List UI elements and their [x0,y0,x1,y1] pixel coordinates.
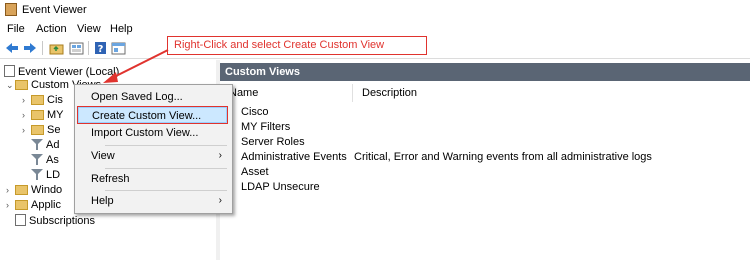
menu-item-view[interactable]: View › [77,147,228,165]
title-bar: Event Viewer [0,0,750,20]
list-item[interactable]: LDAP Unsecure [220,180,750,195]
menu-item-import-custom-view[interactable]: Import Custom View... [77,124,228,142]
tree-item-ldap-unsecure[interactable]: LD [31,169,60,182]
list-item[interactable]: Asset [220,165,750,180]
toolbar-separator [42,41,43,55]
menu-help[interactable]: Help [110,23,133,35]
expand-arrow-icon[interactable]: › [22,124,31,137]
list-item[interactable]: Server Roles [220,135,750,150]
results-pane: Custom Views Name Description Cisco MY F… [220,60,750,260]
folder-icon [15,80,28,90]
expand-arrow-icon[interactable]: › [6,199,15,212]
menu-separator [105,145,227,146]
expand-arrow-icon[interactable]: › [22,109,31,122]
submenu-arrow-icon: › [218,150,222,161]
window-title: Event Viewer [22,4,87,16]
menu-item-create-custom-view[interactable]: Create Custom View... [77,106,228,124]
tree-item-my-filters[interactable]: › MY [22,109,64,122]
tree-item-server-roles[interactable]: › Se [22,124,60,137]
annotation-callout: Right-Click and select Create Custom Vie… [167,36,427,55]
toolbar-separator [88,41,89,55]
svg-text:?: ? [97,44,103,55]
show-hide-icon[interactable] [110,40,126,56]
list-item[interactable]: MY Filters [220,120,750,135]
tree-item-cisco[interactable]: › Cis [22,94,63,107]
list-item[interactable]: Administrative Events Critical, Error an… [220,150,750,165]
tree-item-administrative-events[interactable]: Ad [31,139,59,152]
filter-icon [31,139,43,150]
filter-icon [31,154,43,165]
folder-icon [31,110,44,120]
results-header: Custom Views [220,63,750,81]
expand-arrow-icon[interactable]: › [6,184,15,197]
back-arrow-icon[interactable] [4,40,20,56]
menu-item-refresh[interactable]: Refresh [77,170,228,188]
menu-action[interactable]: Action [36,23,67,35]
column-header-description[interactable]: Description [353,84,750,102]
expand-arrow-icon[interactable]: › [22,94,31,107]
menu-separator [105,168,227,169]
help-icon[interactable]: ? [92,40,108,56]
tree-item-subscriptions[interactable]: Subscriptions [15,214,95,227]
properties-icon[interactable] [68,40,84,56]
tree-item-windows-logs[interactable]: › Windo [6,184,62,197]
list-item[interactable]: Cisco [220,105,750,120]
tree-item-root[interactable]: Event Viewer (Local) [4,65,119,78]
folder-icon [31,95,44,105]
menu-item-help[interactable]: Help › [77,192,228,210]
event-viewer-app-icon [5,3,17,16]
submenu-arrow-icon: › [218,195,222,206]
menu-separator [105,190,227,191]
subscriptions-icon [15,214,26,226]
folder-icon [15,200,28,210]
forward-arrow-icon[interactable] [22,40,38,56]
folder-icon [15,185,28,195]
expand-arrow-icon[interactable]: ⌄ [6,79,15,92]
folder-up-icon[interactable] [48,40,64,56]
menu-file[interactable]: File [7,23,25,35]
folder-icon [31,125,44,135]
tree-item-applications-logs[interactable]: › Applic [6,199,61,212]
context-menu: Open Saved Log... Create Custom View... … [74,84,233,214]
filter-icon [31,169,43,180]
menu-view[interactable]: View [77,23,101,35]
menu-item-open-saved-log[interactable]: Open Saved Log... [77,88,228,106]
column-header-name[interactable]: Name [220,84,353,102]
tree-item-asset[interactable]: As [31,154,59,167]
event-viewer-icon [4,65,15,77]
